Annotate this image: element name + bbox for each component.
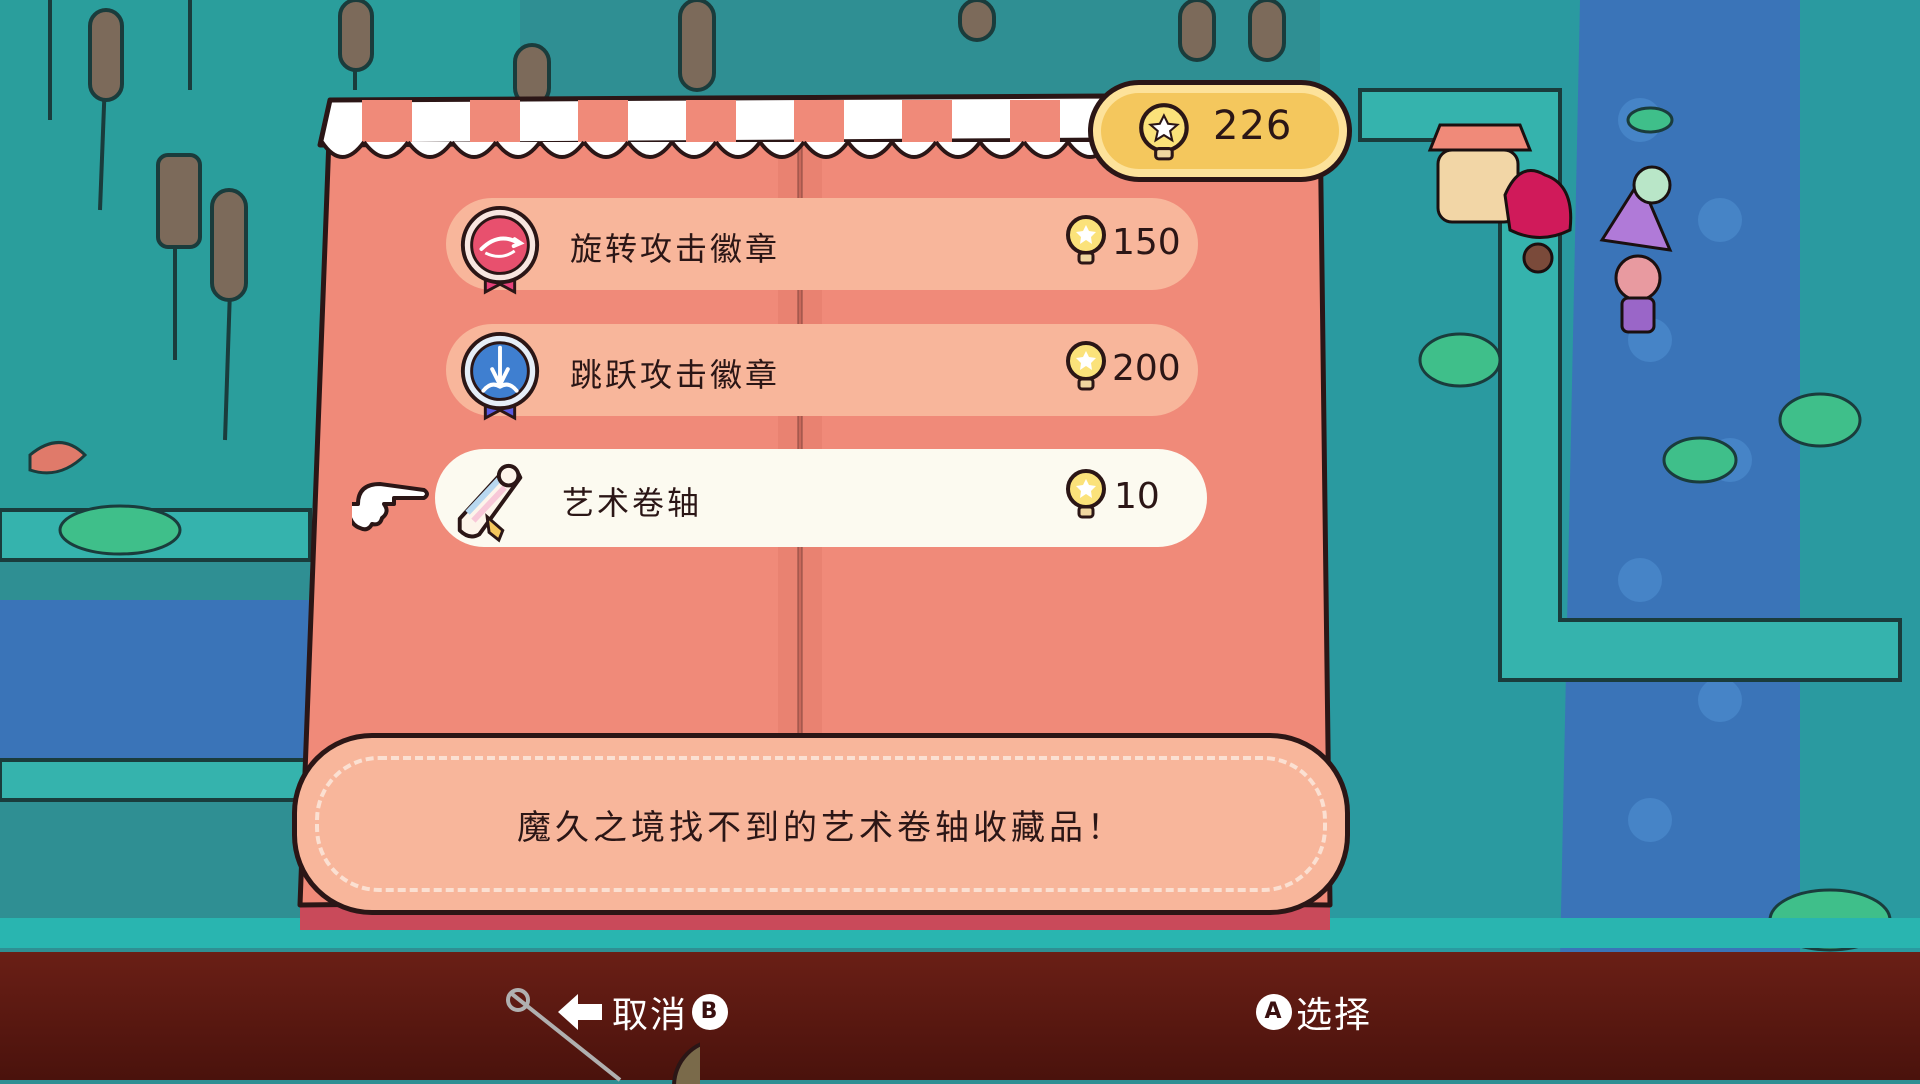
shop-item-price: 150 — [1112, 222, 1181, 263]
jump-attack-badge-icon — [460, 332, 540, 421]
item-description-box: 魔久之境找不到的艺术卷轴收藏品！ — [292, 733, 1350, 915]
spin-attack-badge-icon — [460, 206, 540, 295]
control-hint-bar — [0, 952, 1920, 1084]
b-button-icon: B — [692, 994, 729, 1030]
select-label: 选择 — [1296, 995, 1373, 1036]
lightbulb-coin-icon — [1066, 469, 1106, 519]
lightbulb-coin-icon — [1139, 103, 1189, 161]
shop-item-name: 旋转攻击徽章 — [570, 230, 781, 268]
shop-item-spin-badge[interactable]: 旋转攻击徽章 150 — [446, 198, 1198, 295]
art-scroll-icon — [457, 463, 523, 543]
shop-item-art-scroll[interactable]: 艺术卷轴 10 — [438, 452, 1204, 544]
currency-count: 226 — [1213, 103, 1293, 149]
arrow-left-icon — [558, 994, 602, 1030]
shop-item-price: 10 — [1114, 476, 1160, 517]
a-button-icon: A — [1256, 994, 1292, 1030]
cancel-prompt[interactable]: 取消 B — [556, 984, 732, 1040]
shop-item-name: 跳跃攻击徽章 — [570, 356, 781, 394]
cancel-label: 取消 — [612, 995, 689, 1036]
pointing-hand-icon — [352, 482, 429, 532]
currency-counter: 226 — [1088, 80, 1352, 182]
shop-item-name: 艺术卷轴 — [562, 484, 703, 522]
select-prompt[interactable]: A 选择 — [1252, 984, 1372, 1040]
lightbulb-coin-icon — [1066, 215, 1106, 265]
item-description: 魔久之境找不到的艺术卷轴收藏品！ — [517, 808, 1125, 848]
shop-item-price: 200 — [1112, 348, 1181, 389]
lightbulb-coin-icon — [1066, 341, 1106, 391]
shop-item-jump-badge[interactable]: 跳跃攻击徽章 200 — [446, 324, 1198, 421]
